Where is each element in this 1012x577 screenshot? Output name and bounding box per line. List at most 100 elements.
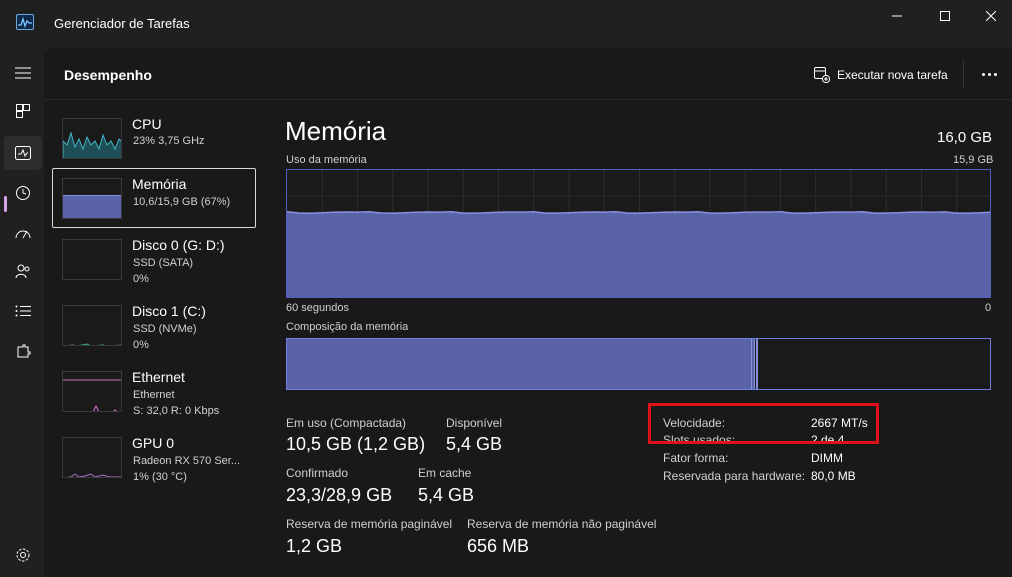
more-dot bbox=[993, 72, 997, 76]
device-usage: 0% bbox=[133, 339, 149, 351]
composition-standby-divider bbox=[756, 339, 758, 389]
services-icon bbox=[17, 344, 31, 358]
header-separator bbox=[963, 60, 964, 88]
maximize-button[interactable] bbox=[922, 0, 968, 32]
processes-icon bbox=[16, 104, 30, 118]
nav-processes[interactable] bbox=[4, 94, 42, 128]
time-axis-end: 0 bbox=[985, 302, 992, 314]
maximize-icon bbox=[940, 11, 950, 21]
composition-in-use bbox=[287, 339, 751, 389]
details-icon bbox=[15, 305, 31, 317]
task-manager-icon bbox=[16, 14, 34, 30]
users-icon bbox=[15, 264, 30, 279]
memory-usage-chart bbox=[287, 170, 990, 297]
startup-apps-icon bbox=[15, 230, 31, 239]
nav-startup-apps[interactable] bbox=[4, 216, 42, 250]
menu-button[interactable] bbox=[4, 56, 42, 90]
memory-usage-graph bbox=[286, 169, 991, 298]
available-label: Disponível bbox=[446, 416, 503, 430]
new-task-icon bbox=[814, 67, 830, 83]
time-axis-start: 60 segundos bbox=[286, 302, 349, 314]
memory-usage-area bbox=[287, 211, 990, 297]
in-use-label: Em uso (Compactada) bbox=[286, 416, 407, 430]
device-ethernet[interactable]: Ethernet Ethernet S: 32,0 R: 0 Kbps bbox=[52, 361, 256, 421]
nav-users[interactable] bbox=[4, 254, 42, 288]
device-name: Disco 1 (C:) bbox=[132, 303, 206, 319]
device-memory[interactable]: Memória 10,6/15,9 GB (67%) bbox=[52, 168, 256, 228]
disk0-thumbnail bbox=[62, 239, 122, 280]
device-name: GPU 0 bbox=[132, 435, 175, 451]
ethernet-mini-graph bbox=[63, 379, 121, 411]
close-icon bbox=[986, 11, 996, 21]
hamburger-icon bbox=[15, 67, 31, 79]
nav-details[interactable] bbox=[4, 294, 42, 328]
device-detail: 23% 3,75 GHz bbox=[133, 135, 205, 147]
form-factor-label: Fator forma: bbox=[663, 451, 729, 465]
committed-value: 23,3/28,9 GB bbox=[286, 485, 393, 505]
device-detail: Ethernet bbox=[133, 389, 175, 401]
settings-icon bbox=[16, 548, 30, 562]
nav-performance[interactable] bbox=[4, 136, 42, 170]
close-button[interactable] bbox=[968, 0, 1012, 32]
device-disk-1[interactable]: Disco 1 (C:) SSD (NVMe) 0% bbox=[52, 295, 256, 355]
hardware-reserved-value: 80,0 MB bbox=[811, 469, 856, 483]
device-detail: Radeon RX 570 Ser... bbox=[133, 455, 241, 467]
disk0-mini-graph bbox=[63, 240, 122, 280]
device-disk-0[interactable]: Disco 0 (G: D:) SSD (SATA) 0% bbox=[52, 229, 256, 289]
memory-total: 16,0 GB bbox=[937, 129, 993, 146]
minimize-icon bbox=[892, 15, 902, 17]
disk1-mini-graph bbox=[67, 343, 121, 345]
window-title: Gerenciador de Tarefas bbox=[54, 16, 190, 31]
cached-value: 5,4 GB bbox=[418, 485, 475, 505]
memory-composition-bar bbox=[286, 338, 991, 390]
gpu-mini-graph bbox=[66, 473, 121, 477]
hardware-reserved-label: Reservada para hardware: bbox=[663, 469, 806, 483]
composition-modified bbox=[751, 339, 755, 389]
memory-mini-fill bbox=[63, 194, 121, 218]
device-name: Disco 0 (G: D:) bbox=[132, 237, 225, 253]
device-name: Memória bbox=[132, 176, 187, 192]
memory-composition-label: Composição da memória bbox=[286, 321, 409, 333]
settings-button[interactable] bbox=[4, 538, 42, 572]
nonpaged-pool-value: 656 MB bbox=[467, 536, 530, 556]
nav-app-history[interactable] bbox=[4, 176, 42, 210]
speed-highlight-box bbox=[648, 403, 879, 444]
performance-icon bbox=[15, 146, 31, 160]
memory-usage-label: Uso da memória bbox=[286, 154, 367, 166]
paged-pool-value: 1,2 GB bbox=[286, 536, 343, 556]
device-detail: 10,6/15,9 GB (67%) bbox=[133, 196, 231, 208]
page-title: Desempenho bbox=[64, 67, 152, 83]
header-bar: Desempenho Executar nova tarefa bbox=[44, 48, 1012, 100]
memory-title: Memória bbox=[285, 116, 387, 146]
memory-usage-max: 15,9 GB bbox=[953, 154, 994, 166]
more-dot bbox=[987, 72, 991, 76]
device-usage: 0% bbox=[133, 273, 149, 285]
title-bar: Gerenciador de Tarefas bbox=[0, 0, 1012, 48]
ethernet-thumbnail bbox=[62, 371, 122, 412]
minimize-button[interactable] bbox=[874, 0, 920, 32]
cpu-thumbnail bbox=[62, 118, 122, 159]
device-usage: 1% (30 °C) bbox=[133, 471, 187, 483]
committed-label: Confirmado bbox=[286, 466, 349, 480]
cpu-mini-graph bbox=[63, 131, 121, 158]
form-factor-value: DIMM bbox=[811, 451, 843, 465]
gpu-thumbnail bbox=[62, 437, 122, 478]
in-use-value: 10,5 GB (1,2 GB) bbox=[286, 434, 426, 454]
more-dot bbox=[981, 72, 985, 76]
app-history-icon bbox=[16, 186, 30, 200]
device-gpu[interactable]: GPU 0 Radeon RX 570 Ser... 1% (30 °C) bbox=[52, 427, 256, 487]
main-panel: Desempenho Executar nova tarefa CPU 23% … bbox=[44, 48, 1012, 577]
nav-services[interactable] bbox=[4, 335, 42, 369]
available-value: 5,4 GB bbox=[446, 434, 503, 454]
run-new-task-label: Executar nova tarefa bbox=[837, 68, 948, 82]
more-options-button[interactable] bbox=[974, 64, 1004, 84]
cached-label: Em cache bbox=[418, 466, 472, 480]
device-name: CPU bbox=[132, 116, 162, 132]
device-cpu[interactable]: CPU 23% 3,75 GHz bbox=[52, 108, 256, 168]
device-detail: SSD (SATA) bbox=[133, 257, 194, 269]
navigation-rail bbox=[0, 48, 44, 577]
device-name: Ethernet bbox=[132, 369, 185, 385]
nonpaged-pool-label: Reserva de memória não paginável bbox=[467, 517, 657, 531]
disk1-thumbnail bbox=[62, 305, 122, 346]
run-new-task-button[interactable]: Executar nova tarefa bbox=[814, 65, 948, 85]
